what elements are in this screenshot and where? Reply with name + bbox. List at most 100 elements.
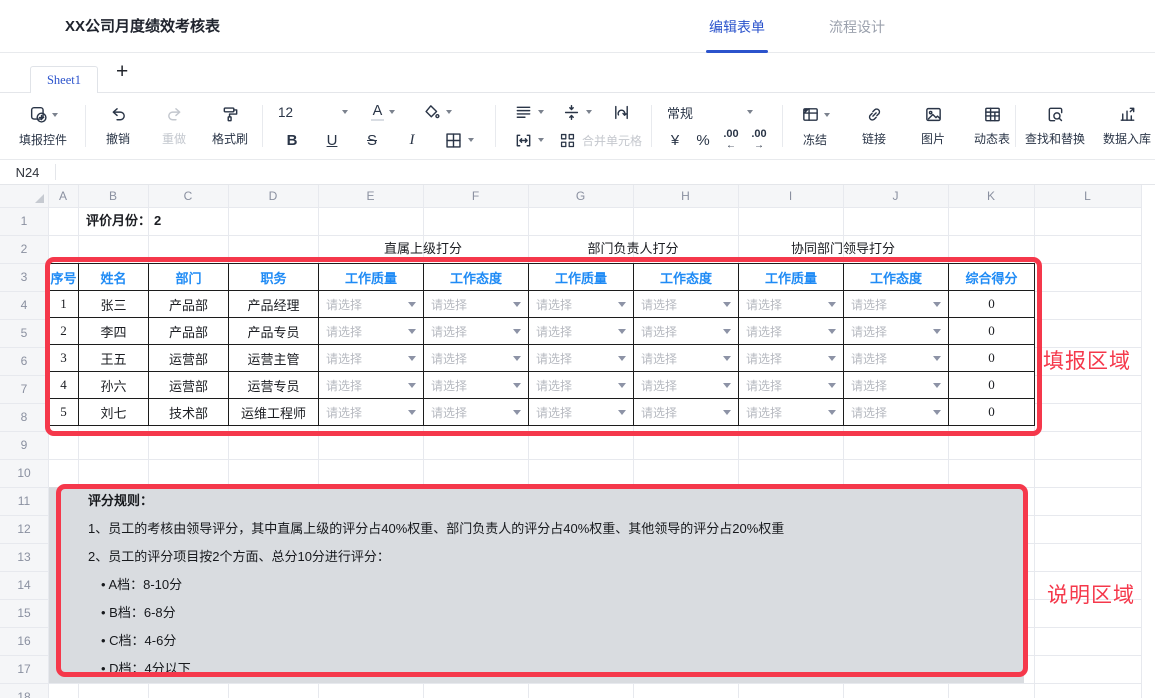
percent-format-button[interactable]: % [689, 128, 717, 152]
score-dropdown-cell[interactable]: 请选择 [739, 399, 844, 426]
score-dropdown-cell[interactable]: 请选择 [844, 372, 949, 399]
title-cell[interactable]: 运营主管 [229, 345, 319, 372]
score-dropdown-cell[interactable]: 请选择 [529, 318, 634, 345]
score-dropdown-cell[interactable]: 请选择 [319, 318, 424, 345]
score-dropdown-cell[interactable]: 请选择 [529, 372, 634, 399]
score-dropdown-cell[interactable]: 请选择 [844, 399, 949, 426]
score-dropdown-cell[interactable]: 请选择 [844, 291, 949, 318]
score-dropdown-cell[interactable]: 请选择 [424, 372, 529, 399]
title-cell[interactable]: 运维工程师 [229, 399, 319, 426]
table-header-cell[interactable]: 综合得分 [949, 264, 1035, 291]
serial-cell[interactable]: 4 [49, 372, 79, 399]
table-header-cell[interactable]: 职务 [229, 264, 319, 291]
score-dropdown-cell[interactable]: 请选择 [319, 345, 424, 372]
row-header-7[interactable]: 7 [0, 375, 48, 403]
total-score-cell[interactable]: 0 [949, 345, 1035, 372]
sheet-tab-sheet1[interactable]: Sheet1 [30, 66, 98, 93]
format-painter-button[interactable]: 格式刷 [207, 105, 253, 147]
row-header-5[interactable]: 5 [0, 319, 48, 347]
table-header-cell[interactable]: 工作态度 [424, 264, 529, 291]
text-wrap-button[interactable] [505, 128, 553, 152]
find-replace-button[interactable]: 查找和替换 [1025, 105, 1085, 147]
row-header-17[interactable]: 17 [0, 655, 48, 683]
row-header-2[interactable]: 2 [0, 235, 48, 263]
name-cell[interactable]: 刘七 [79, 399, 149, 426]
score-dropdown-cell[interactable]: 请选择 [634, 345, 739, 372]
score-dropdown-cell[interactable]: 请选择 [739, 372, 844, 399]
tab-edit-form[interactable]: 编辑表单 [709, 0, 765, 53]
row-header-18[interactable]: 18 [0, 683, 48, 698]
score-dropdown-cell[interactable]: 请选择 [529, 345, 634, 372]
fill-control-button[interactable]: 填报控件 [10, 105, 76, 148]
title-cell[interactable]: 产品经理 [229, 291, 319, 318]
table-header-cell[interactable]: 工作态度 [844, 264, 949, 291]
font-color-button[interactable]: A [356, 100, 410, 124]
score-dropdown-cell[interactable]: 请选择 [844, 318, 949, 345]
add-sheet-button[interactable]: + [116, 61, 128, 84]
table-header-cell[interactable]: 部门 [149, 264, 229, 291]
month-value-cell[interactable]: 2 [148, 207, 228, 235]
score-dropdown-cell[interactable]: 请选择 [634, 372, 739, 399]
table-header-cell[interactable]: 工作质量 [529, 264, 634, 291]
serial-cell[interactable]: 1 [49, 291, 79, 318]
row-header-3[interactable]: 3 [0, 263, 48, 291]
underline-button[interactable]: U [312, 128, 352, 152]
row-header-14[interactable]: 14 [0, 571, 48, 599]
total-score-cell[interactable]: 0 [949, 318, 1035, 345]
score-dropdown-cell[interactable]: 请选择 [634, 291, 739, 318]
increase-decimal-button[interactable]: .00→ [745, 128, 773, 152]
font-size-select[interactable]: 12 [272, 100, 356, 124]
serial-cell[interactable]: 2 [49, 318, 79, 345]
link-button[interactable]: 链接 [851, 105, 897, 147]
table-header-cell[interactable]: 姓名 [79, 264, 149, 291]
score-dropdown-cell[interactable]: 请选择 [424, 291, 529, 318]
column-header-G[interactable]: G [528, 185, 633, 207]
dept-cell[interactable]: 技术部 [149, 399, 229, 426]
horizontal-align-button[interactable] [505, 100, 553, 124]
column-header-K[interactable]: K [948, 185, 1034, 207]
row-header-4[interactable]: 4 [0, 291, 48, 319]
total-score-cell[interactable]: 0 [949, 372, 1035, 399]
freeze-button[interactable]: 冻结 [792, 105, 838, 148]
score-dropdown-cell[interactable]: 请选择 [739, 291, 844, 318]
bold-button[interactable]: B [272, 128, 312, 152]
score-dropdown-cell[interactable]: 请选择 [319, 399, 424, 426]
column-header-D[interactable]: D [228, 185, 318, 207]
row-header-15[interactable]: 15 [0, 599, 48, 627]
table-header-cell[interactable]: 序号 [49, 264, 79, 291]
text-rotate-button[interactable] [601, 100, 641, 124]
score-dropdown-cell[interactable]: 请选择 [739, 345, 844, 372]
serial-cell[interactable]: 3 [49, 345, 79, 372]
tab-flow-design[interactable]: 流程设计 [829, 0, 885, 53]
score-dropdown-cell[interactable]: 请选择 [634, 318, 739, 345]
title-cell[interactable]: 运营专员 [229, 372, 319, 399]
row-header-8[interactable]: 8 [0, 403, 48, 431]
column-header-B[interactable]: B [78, 185, 148, 207]
data-store-button[interactable]: 数据入库 [1103, 105, 1151, 147]
fill-color-button[interactable] [410, 100, 464, 124]
name-cell[interactable]: 张三 [79, 291, 149, 318]
dynamic-table-button[interactable]: 动态表 [969, 105, 1015, 147]
table-header-cell[interactable]: 工作态度 [634, 264, 739, 291]
score-dropdown-cell[interactable]: 请选择 [424, 318, 529, 345]
italic-button[interactable]: I [392, 128, 432, 152]
currency-format-button[interactable]: ¥ [661, 128, 689, 152]
row-header-11[interactable]: 11 [0, 487, 48, 515]
score-dropdown-cell[interactable]: 请选择 [529, 291, 634, 318]
row-header-12[interactable]: 12 [0, 515, 48, 543]
number-format-select[interactable]: 常规 [661, 100, 761, 124]
row-header-16[interactable]: 16 [0, 627, 48, 655]
row-header-1[interactable]: 1 [0, 207, 48, 235]
column-header-H[interactable]: H [633, 185, 738, 207]
score-dropdown-cell[interactable]: 请选择 [739, 318, 844, 345]
score-dropdown-cell[interactable]: 请选择 [634, 399, 739, 426]
name-cell[interactable]: 李四 [79, 318, 149, 345]
undo-button[interactable]: 撤销 [95, 105, 141, 147]
score-dropdown-cell[interactable]: 请选择 [424, 399, 529, 426]
serial-cell[interactable]: 5 [49, 399, 79, 426]
total-score-cell[interactable]: 0 [949, 291, 1035, 318]
score-dropdown-cell[interactable]: 请选择 [319, 372, 424, 399]
title-cell[interactable]: 产品专员 [229, 318, 319, 345]
strikethrough-button[interactable]: S [352, 128, 392, 152]
dept-cell[interactable]: 产品部 [149, 318, 229, 345]
